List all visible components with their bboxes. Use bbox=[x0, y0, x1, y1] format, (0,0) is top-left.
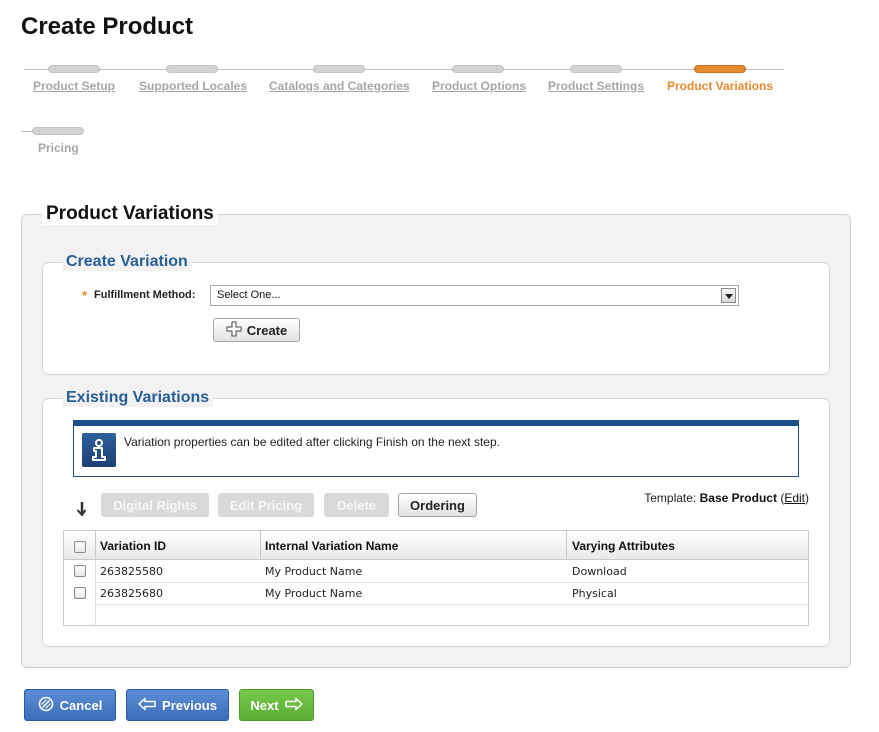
arrow-left-icon bbox=[138, 697, 156, 714]
table-header: Variation ID Internal Variation Name Var… bbox=[64, 531, 808, 560]
varying-attributes-cell: Download bbox=[572, 565, 627, 578]
sort-arrow-icon bbox=[76, 501, 87, 519]
dropdown-arrow-icon[interactable] bbox=[721, 288, 736, 303]
wizard-step-pricing: Pricing bbox=[38, 141, 79, 155]
column-header-varying-attributes[interactable]: Varying Attributes bbox=[572, 539, 675, 553]
ordering-button[interactable]: Ordering bbox=[398, 493, 477, 517]
create-button-label: Create bbox=[246, 322, 288, 338]
previous-button[interactable]: Previous bbox=[126, 689, 229, 721]
plus-icon bbox=[226, 321, 242, 340]
template-info: Template: Base Product (Edit) bbox=[644, 491, 809, 505]
variation-id-cell: 263825680 bbox=[100, 587, 163, 600]
digital-rights-button[interactable]: Digital Rights bbox=[101, 493, 209, 517]
cancel-button-label: Cancel bbox=[59, 697, 103, 713]
column-header-variation-id[interactable]: Variation ID bbox=[100, 539, 166, 553]
wizard-step-marker bbox=[32, 127, 84, 135]
column-divider bbox=[566, 531, 567, 560]
wizard-step-marker bbox=[570, 65, 622, 73]
fulfillment-method-label: Fulfillment Method: bbox=[94, 289, 196, 301]
fulfillment-method-select[interactable]: Select One... bbox=[210, 285, 739, 306]
next-button-label: Next bbox=[250, 697, 279, 713]
existing-variations-title: Existing Variations bbox=[62, 389, 214, 407]
variations-table: Variation ID Internal Variation Name Var… bbox=[63, 530, 809, 626]
wizard-step-product-variations: Product Variations bbox=[667, 79, 774, 93]
next-button[interactable]: Next bbox=[239, 689, 314, 721]
template-paren-close: ) bbox=[805, 491, 809, 505]
wizard-step-supported-locales[interactable]: Supported Locales bbox=[139, 79, 247, 93]
edit-pricing-button[interactable]: Edit Pricing bbox=[218, 493, 314, 517]
select-all-checkbox[interactable] bbox=[74, 541, 86, 553]
wizard-step-marker bbox=[313, 65, 365, 73]
delete-button[interactable]: Delete bbox=[324, 493, 389, 517]
wizard-step-marker bbox=[48, 65, 100, 73]
wizard-step-product-settings[interactable]: Product Settings bbox=[548, 79, 644, 93]
info-message-box: Variation properties can be edited after… bbox=[73, 420, 799, 477]
variation-id-cell: 263825580 bbox=[100, 565, 163, 578]
checkbox-column-divider bbox=[95, 560, 96, 625]
variation-name-cell: My Product Name bbox=[265, 587, 363, 600]
info-icon bbox=[82, 433, 116, 467]
create-variation-section bbox=[42, 262, 830, 375]
wizard-step-marker bbox=[166, 65, 218, 73]
wizard-steps: Product Setup Supported Locales Catalogs… bbox=[0, 0, 879, 170]
variation-name-cell: My Product Name bbox=[265, 565, 363, 578]
wizard-step-marker bbox=[452, 65, 504, 73]
wizard-step-product-options[interactable]: Product Options bbox=[432, 79, 526, 93]
wizard-track bbox=[24, 69, 784, 70]
template-edit-link[interactable]: Edit bbox=[784, 491, 805, 505]
create-variation-button[interactable]: Create bbox=[213, 318, 300, 342]
fulfillment-method-value: Select One... bbox=[217, 289, 281, 301]
wizard-step-catalogs-categories[interactable]: Catalogs and Categories bbox=[269, 79, 410, 93]
row-checkbox[interactable] bbox=[74, 587, 86, 599]
previous-button-label: Previous bbox=[162, 697, 217, 713]
wizard-step-marker-active bbox=[694, 65, 746, 73]
required-marker: * bbox=[82, 288, 88, 303]
column-divider bbox=[260, 531, 261, 560]
varying-attributes-cell: Physical bbox=[572, 587, 617, 600]
wizard-step-product-setup[interactable]: Product Setup bbox=[33, 79, 115, 93]
create-variation-title: Create Variation bbox=[62, 253, 192, 271]
template-value: Base Product bbox=[699, 491, 777, 505]
cancel-button[interactable]: Cancel bbox=[24, 689, 116, 721]
row-divider bbox=[95, 582, 808, 583]
row-checkbox[interactable] bbox=[74, 565, 86, 577]
product-variations-title: Product Variations bbox=[42, 203, 218, 225]
row-divider bbox=[95, 604, 808, 605]
cancel-icon bbox=[38, 696, 54, 715]
info-message-text: Variation properties can be edited after… bbox=[124, 435, 500, 449]
column-divider bbox=[95, 531, 96, 560]
arrow-right-icon bbox=[284, 697, 303, 714]
template-label: Template: bbox=[644, 491, 697, 505]
column-header-internal-name[interactable]: Internal Variation Name bbox=[265, 539, 398, 553]
